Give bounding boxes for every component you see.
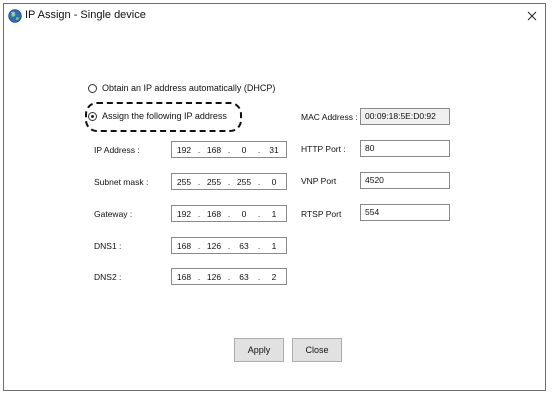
rtsp-port-field[interactable]: 554 <box>360 204 450 221</box>
static-ip-option[interactable]: Assign the following IP address <box>88 111 227 121</box>
dns2-octet-3[interactable]: 63 <box>232 272 256 282</box>
dns1-label: DNS1 : <box>94 241 122 251</box>
dns2-field[interactable]: 168. 126. 63. 2 <box>171 268 287 285</box>
gateway-octet-2[interactable]: 168 <box>202 209 226 219</box>
static-ip-label: Assign the following IP address <box>102 111 227 121</box>
ip-octet-2[interactable]: 168 <box>202 145 226 155</box>
rtsp-port-label: RTSP Port <box>301 209 342 219</box>
title-bar: IP Assign - Single device <box>4 4 545 30</box>
subnet-mask-label: Subnet mask : <box>94 177 149 187</box>
subnet-octet-4[interactable]: 0 <box>262 177 286 187</box>
vnp-port-field[interactable]: 4520 <box>360 172 450 189</box>
mac-address-field: 00:09:18:5E:D0:92 <box>360 108 450 125</box>
dns1-field[interactable]: 168. 126. 63. 1 <box>171 237 287 254</box>
dns2-octet-4[interactable]: 2 <box>262 272 286 282</box>
dhcp-radio[interactable] <box>88 83 97 93</box>
subnet-octet-3[interactable]: 255 <box>232 177 256 187</box>
gateway-octet-3[interactable]: 0 <box>232 209 256 219</box>
http-port-label: HTTP Port : <box>301 144 346 154</box>
ip-address-label: IP Address : <box>94 145 140 155</box>
gateway-octet-4[interactable]: 1 <box>262 209 286 219</box>
subnet-octet-2[interactable]: 255 <box>202 177 226 187</box>
dhcp-option[interactable]: Obtain an IP address automatically (DHCP… <box>88 83 275 93</box>
ip-octet-4[interactable]: 31 <box>262 145 286 155</box>
dns1-octet-2[interactable]: 126 <box>202 241 226 251</box>
close-button[interactable]: Close <box>292 338 342 362</box>
dns2-octet-2[interactable]: 126 <box>202 272 226 282</box>
subnet-mask-field[interactable]: 255. 255. 255. 0 <box>171 173 287 190</box>
http-port-field[interactable]: 80 <box>360 140 450 157</box>
gateway-label: Gateway : <box>94 209 133 219</box>
mac-address-label: MAC Address : <box>301 112 358 122</box>
dhcp-label: Obtain an IP address automatically (DHCP… <box>102 83 276 93</box>
apply-button[interactable]: Apply <box>234 338 284 362</box>
ip-octet-3[interactable]: 0 <box>232 145 256 155</box>
close-icon[interactable] <box>524 8 540 24</box>
dns1-octet-1[interactable]: 168 <box>172 241 196 251</box>
static-ip-radio[interactable] <box>88 111 97 121</box>
dns1-octet-3[interactable]: 63 <box>232 241 256 251</box>
dns1-octet-4[interactable]: 1 <box>262 241 286 251</box>
ip-address-field[interactable]: 192. 168. 0. 31 <box>171 141 287 158</box>
gateway-octet-1[interactable]: 192 <box>172 209 196 219</box>
globe-icon <box>8 9 22 23</box>
dns2-label: DNS2 : <box>94 272 122 282</box>
subnet-octet-1[interactable]: 255 <box>172 177 196 187</box>
window-title: IP Assign - Single device <box>25 9 146 21</box>
vnp-port-label: VNP Port <box>301 176 337 186</box>
ip-octet-1[interactable]: 192 <box>172 145 196 155</box>
gateway-field[interactable]: 192. 168. 0. 1 <box>171 205 287 222</box>
ip-assign-dialog: IP Assign - Single device Obtain an IP a… <box>3 3 546 391</box>
dns2-octet-1[interactable]: 168 <box>172 272 196 282</box>
